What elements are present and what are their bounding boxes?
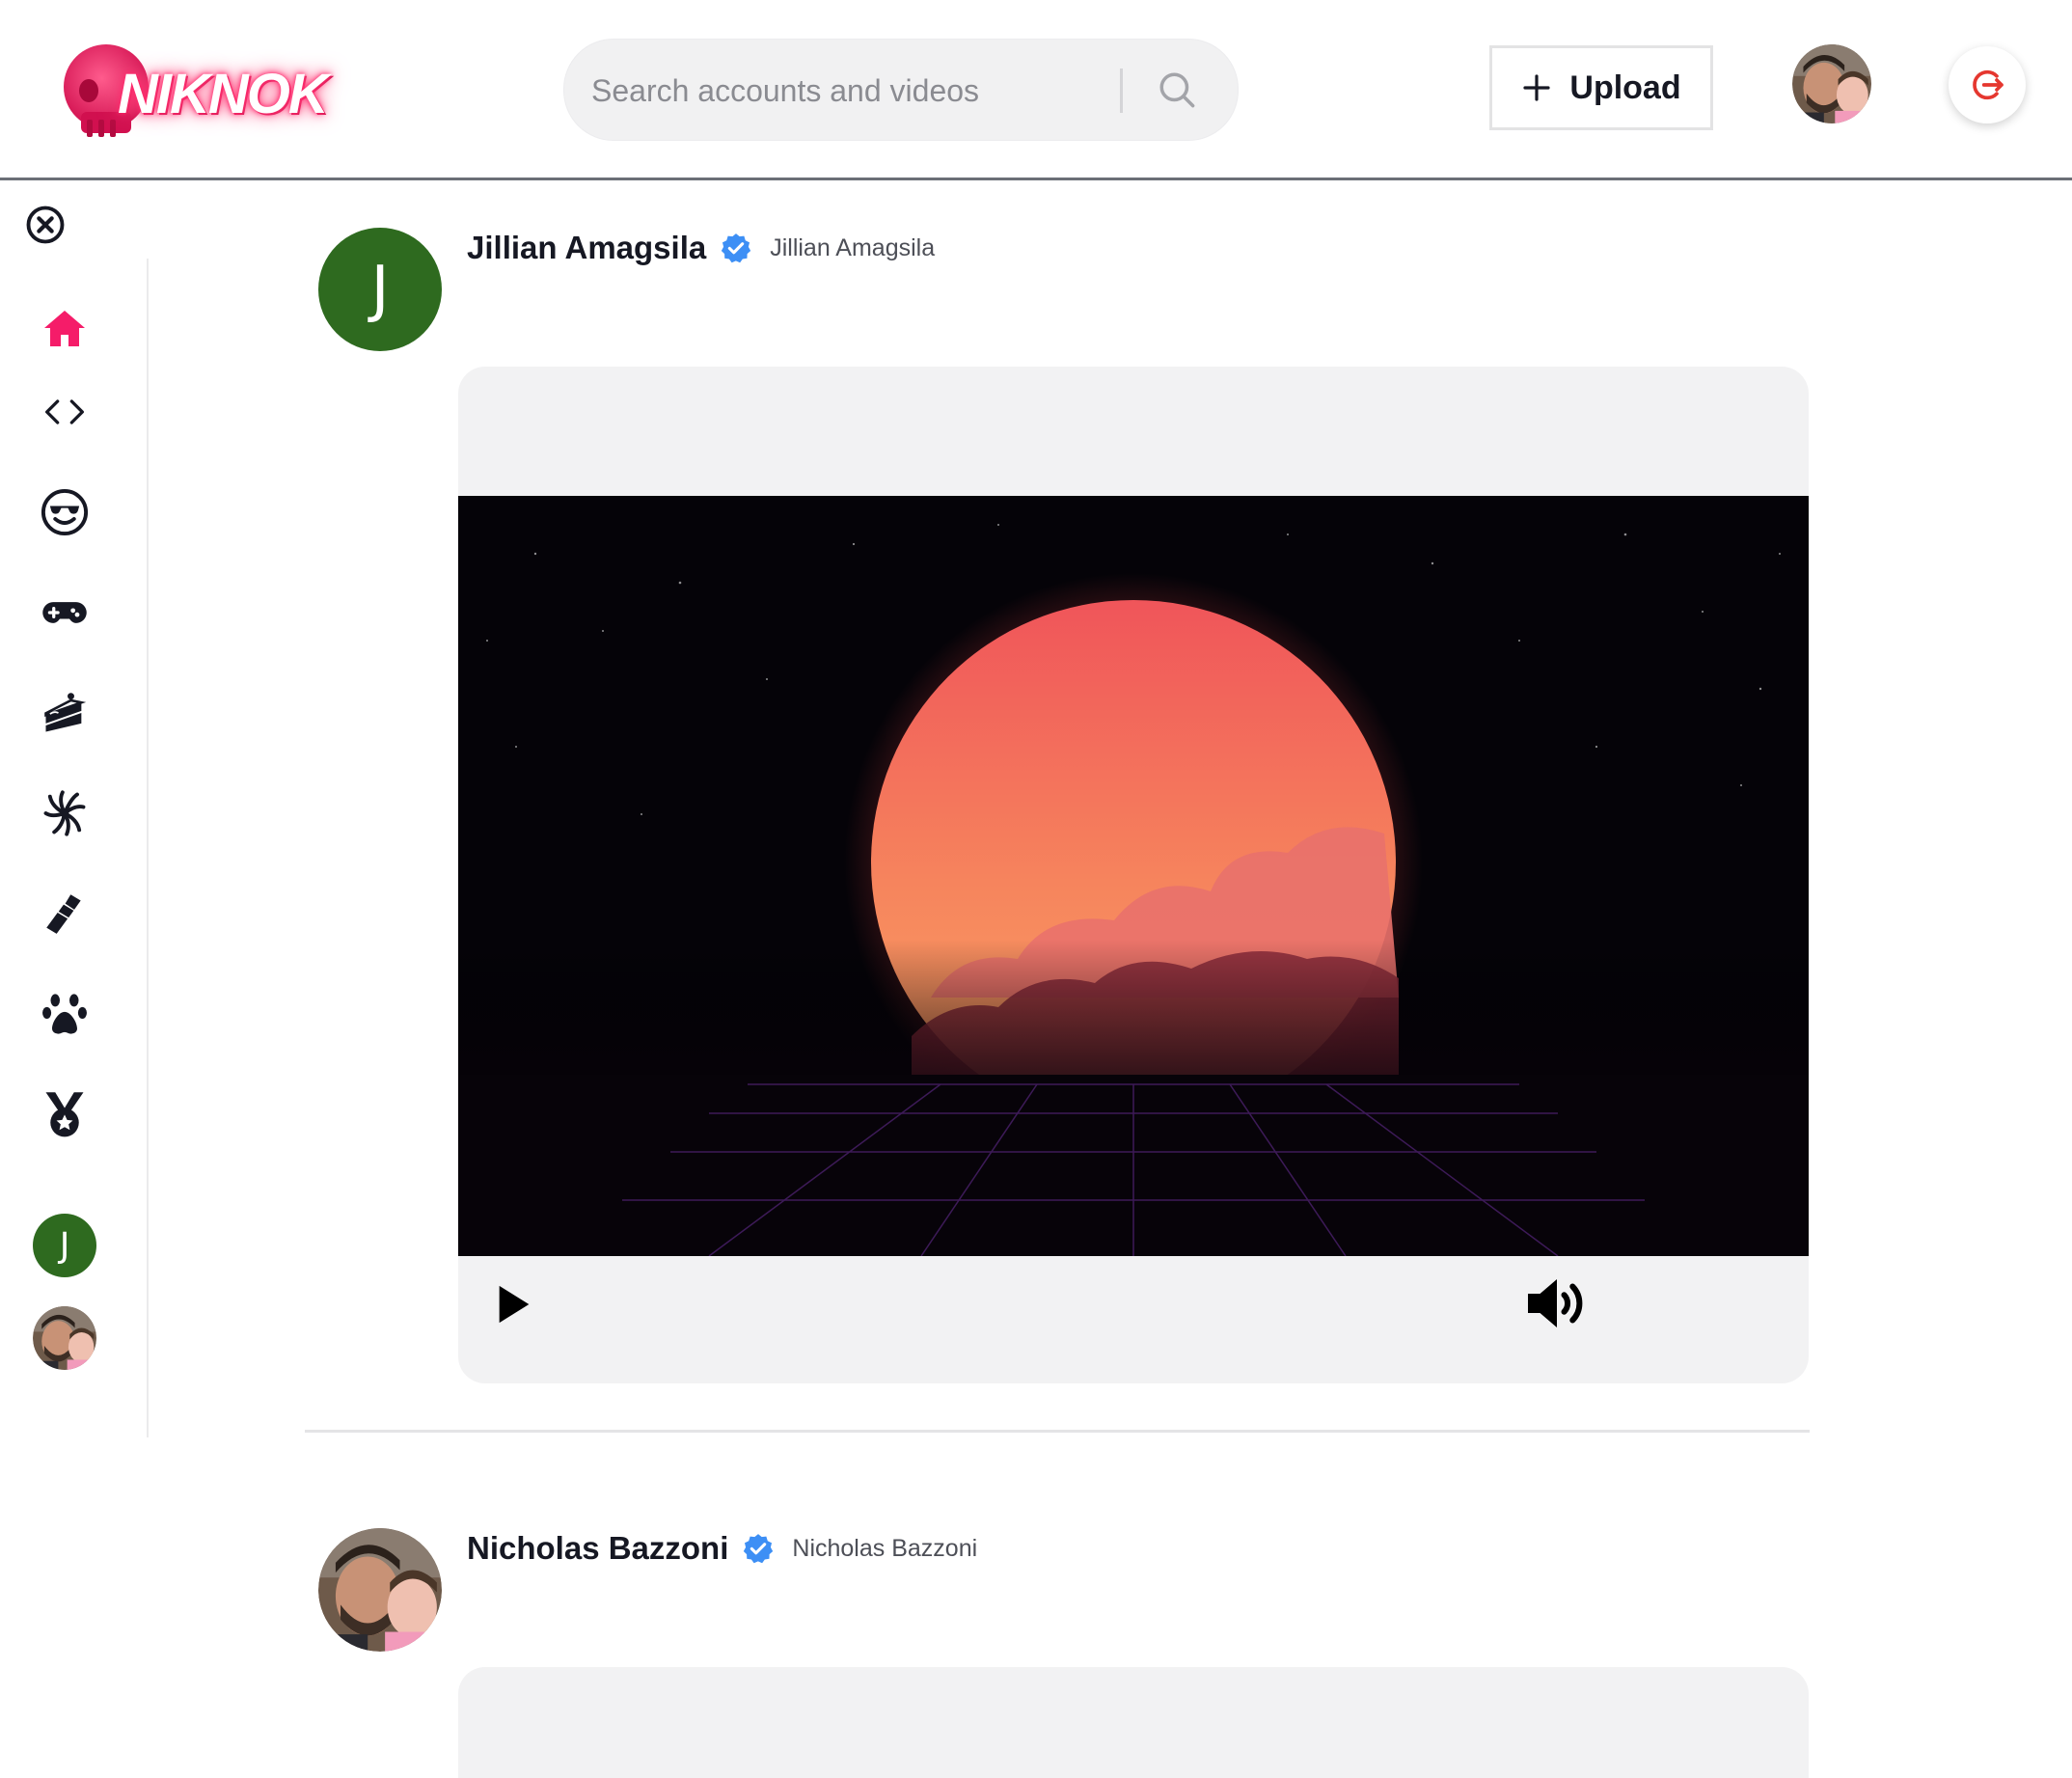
post-divider <box>305 1430 1810 1433</box>
play-icon <box>499 1285 530 1324</box>
post-author: Nicholas Bazzoni Nicholas Bazzoni <box>467 1530 977 1567</box>
search-button[interactable] <box>1143 61 1211 119</box>
home-icon <box>44 311 85 346</box>
volume-button[interactable] <box>1523 1273 1591 1333</box>
sidebar-item-beauty[interactable] <box>35 884 95 944</box>
search-input[interactable] <box>589 61 1095 121</box>
verified-badge-icon <box>720 232 752 264</box>
account-initial: J <box>59 1225 70 1266</box>
close-circle-icon <box>26 205 65 244</box>
author-name[interactable]: Nicholas Bazzoni <box>467 1530 728 1567</box>
play-button[interactable] <box>495 1277 543 1331</box>
search-divider <box>1120 68 1123 113</box>
sidebar-divider <box>147 259 149 1437</box>
video-frame-sunset <box>458 496 1809 1256</box>
author-name[interactable]: Jillian Amagsila <box>467 230 706 266</box>
paw-icon <box>42 994 87 1034</box>
medal-icon <box>45 1092 84 1137</box>
post-author: Jillian Amagsila Jillian Amagsila <box>467 230 935 266</box>
video-player[interactable] <box>458 496 1809 1256</box>
top-header: NIKNOK Upload <box>0 0 2072 180</box>
sidebar-account-nicholas[interactable] <box>33 1306 96 1370</box>
sidebar-item-dance[interactable] <box>35 783 95 843</box>
sidebar-item-food[interactable] <box>35 683 95 743</box>
video-card <box>458 1667 1809 1778</box>
logout-button[interactable] <box>1949 46 2026 123</box>
gamepad-icon <box>42 602 87 623</box>
sidebar-item-sports[interactable] <box>35 1084 95 1144</box>
sidebar-close-button[interactable] <box>25 205 66 245</box>
logout-icon <box>1973 69 2004 100</box>
lipstick-icon <box>46 894 81 934</box>
sidebar-item-gaming[interactable] <box>35 583 95 643</box>
profile-avatar[interactable] <box>1792 44 1871 123</box>
avatar-initial: J <box>370 254 390 325</box>
search-bar <box>563 39 1239 141</box>
sidebar-item-animals[interactable] <box>35 984 95 1044</box>
plus-icon <box>1523 74 1550 101</box>
verified-badge-icon <box>742 1532 775 1565</box>
video-card <box>458 367 1809 1383</box>
code-icon <box>45 399 84 424</box>
sidebar-item-coding[interactable] <box>35 382 95 442</box>
upload-label: Upload <box>1569 68 1681 106</box>
sidebar-account-jillian[interactable]: J <box>33 1214 96 1277</box>
sidebar-item-home[interactable] <box>35 299 95 359</box>
volume-icon <box>1528 1279 1583 1327</box>
search-icon <box>1159 72 1195 108</box>
post-avatar-jillian[interactable]: J <box>318 228 442 351</box>
burst-icon <box>43 790 86 836</box>
upload-button[interactable]: Upload <box>1489 45 1713 130</box>
author-nickname: Jillian Amagsila <box>770 233 936 261</box>
logo-text: NIKNOK <box>118 63 329 125</box>
cake-slice-icon <box>44 693 87 732</box>
sidebar-item-funny[interactable] <box>35 482 95 542</box>
post-avatar-nicholas[interactable] <box>318 1528 442 1652</box>
author-nickname: Nicholas Bazzoni <box>792 1534 978 1562</box>
niknok-logo[interactable]: NIKNOK <box>50 42 329 149</box>
sunglasses-face-icon <box>41 488 89 536</box>
